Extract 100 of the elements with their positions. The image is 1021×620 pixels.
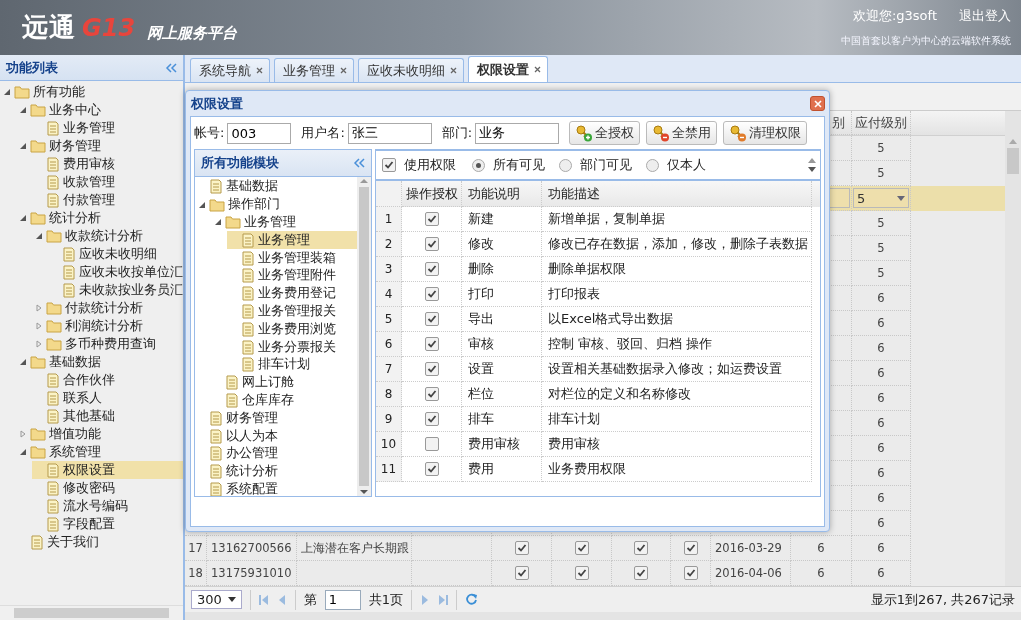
expanded-arrow-icon[interactable]	[35, 232, 43, 240]
text-field[interactable]: 张三	[347, 122, 432, 144]
expanded-arrow-icon[interactable]	[214, 218, 222, 227]
table-row[interactable]: 17 13162700566 上海潜在客户长期跟 2016-03-29 6 6	[185, 536, 1005, 562]
tree-item[interactable]: 费用审核	[32, 155, 183, 173]
scroll-arrows-icon[interactable]	[808, 158, 816, 172]
close-icon[interactable]	[340, 67, 347, 75]
checkbox[interactable]	[424, 437, 439, 451]
checkbox[interactable]	[634, 541, 648, 556]
page-size-select[interactable]: 300	[191, 590, 242, 610]
tree-item[interactable]: 关于我们	[16, 533, 183, 551]
checkbox[interactable]	[424, 237, 439, 251]
tree-item[interactable]: 权限设置	[32, 461, 183, 479]
scroll-down-icon[interactable]	[360, 488, 368, 496]
tree-item[interactable]: 业务费用登记	[227, 284, 357, 303]
expanded-arrow-icon[interactable]	[19, 106, 27, 114]
tree-item[interactable]: 业务中心	[16, 101, 183, 119]
refresh-icon[interactable]	[465, 593, 479, 607]
tree-item[interactable]: 其他基础	[32, 407, 183, 425]
checkbox[interactable]	[574, 541, 589, 556]
checkbox[interactable]	[382, 158, 396, 172]
tree-item[interactable]: 字段配置	[32, 515, 183, 533]
dropdown-arrow-icon[interactable]	[227, 597, 236, 603]
expanded-arrow-icon[interactable]	[3, 88, 11, 96]
tree-item[interactable]: 基础数据	[16, 353, 183, 371]
tree-item[interactable]: 仓库库存	[211, 391, 357, 410]
scrollbar-thumb[interactable]	[1007, 148, 1019, 175]
tree-item[interactable]: 系统管理	[16, 443, 183, 461]
expanded-arrow-icon[interactable]	[198, 200, 206, 209]
tree-item[interactable]: 付款管理	[32, 191, 183, 209]
tree-item[interactable]: 业务管理	[211, 213, 357, 232]
expanded-arrow-icon[interactable]	[19, 448, 27, 456]
tree-item[interactable]: 操作部门	[195, 195, 357, 214]
level-dropdown[interactable]: 5	[853, 188, 909, 209]
text-field[interactable]: 003	[227, 122, 292, 144]
checkbox[interactable]	[424, 287, 439, 301]
tree-item[interactable]: 网上订舱	[211, 373, 357, 392]
close-icon[interactable]	[534, 66, 541, 74]
tree-item[interactable]: 未收款按业务员汇	[48, 281, 183, 299]
tree-item[interactable]: 利润统计分析	[32, 317, 183, 335]
tab[interactable]: 应收未收明细	[358, 58, 464, 83]
tree-item[interactable]: 统计分析	[16, 209, 183, 227]
vertical-scrollbar[interactable]	[1005, 111, 1021, 587]
tree-item[interactable]: 统计分析	[195, 462, 357, 481]
checkbox[interactable]	[424, 362, 439, 376]
tree-item[interactable]: 增值功能	[16, 425, 183, 443]
expanded-arrow-icon[interactable]	[19, 142, 27, 150]
tree-item[interactable]: 多币种费用查询	[32, 335, 183, 353]
toolbar-button[interactable]: 全授权	[569, 121, 641, 145]
tree-item[interactable]: 应收未收明细	[48, 245, 183, 263]
checkbox[interactable]	[424, 262, 439, 276]
vertical-scrollbar[interactable]	[357, 177, 371, 496]
tree-item[interactable]: 收款管理	[32, 173, 183, 191]
page-input[interactable]: 1	[324, 589, 361, 610]
tree-item[interactable]: 收款统计分析	[32, 227, 183, 245]
tree-item[interactable]: 应收未收按单位汇	[48, 263, 183, 281]
toolbar-button[interactable]: 清理权限	[723, 121, 808, 145]
tree-item[interactable]: 流水号编码	[32, 497, 183, 515]
checkbox[interactable]	[683, 566, 698, 581]
tree-item[interactable]: 合作伙伴	[32, 371, 183, 389]
tree-item[interactable]: 排车计划	[227, 355, 357, 374]
tree-item[interactable]: 付款统计分析	[32, 299, 183, 317]
tree-item[interactable]: 业务管理	[32, 119, 183, 137]
collapse-icon[interactable]	[165, 62, 177, 73]
tab[interactable]: 系统导航	[190, 58, 270, 83]
checkbox[interactable]	[574, 566, 589, 581]
tree-item[interactable]: 以人为本	[195, 427, 357, 445]
tree-item[interactable]: 系统配置	[195, 480, 357, 496]
checkbox[interactable]	[514, 566, 529, 581]
tree-item[interactable]: 修改密码	[32, 479, 183, 497]
tree-item[interactable]: 业务管理装箱	[227, 249, 357, 267]
expanded-arrow-icon[interactable]	[19, 214, 27, 222]
tab[interactable]: 权限设置	[468, 56, 548, 83]
tree-item[interactable]: 联系人	[32, 389, 183, 407]
tree-item[interactable]: 业务管理报关	[227, 302, 357, 321]
tab[interactable]: 业务管理	[274, 58, 354, 83]
checkbox[interactable]	[424, 412, 439, 426]
text-field[interactable]: 业务	[475, 122, 560, 144]
tree-item[interactable]: 基础数据	[195, 178, 357, 196]
radio-button[interactable]	[646, 158, 659, 172]
radio-button[interactable]	[472, 158, 485, 172]
expanded-arrow-icon[interactable]	[19, 358, 27, 366]
close-icon[interactable]	[450, 67, 457, 75]
toolbar-button[interactable]: 全禁用	[646, 121, 718, 145]
checkbox[interactable]	[424, 212, 439, 226]
radio-button[interactable]	[559, 158, 572, 172]
tree-item[interactable]: 办公管理	[195, 444, 357, 463]
collapse-icon[interactable]	[353, 158, 365, 168]
checkbox[interactable]	[683, 541, 698, 556]
horizontal-scrollbar[interactable]	[0, 605, 183, 620]
tree-item[interactable]: 财务管理	[16, 137, 183, 155]
checkbox[interactable]	[424, 337, 439, 351]
tree-item[interactable]: 所有功能	[0, 83, 183, 101]
tree-item[interactable]: 业务管理附件	[227, 267, 357, 285]
checkbox[interactable]	[424, 312, 439, 326]
tree-item[interactable]: 业务管理	[227, 231, 357, 250]
checkbox[interactable]	[424, 462, 439, 476]
close-icon[interactable]	[256, 67, 263, 75]
checkbox[interactable]	[514, 541, 529, 556]
tree-item[interactable]: 业务费用浏览	[227, 320, 357, 339]
